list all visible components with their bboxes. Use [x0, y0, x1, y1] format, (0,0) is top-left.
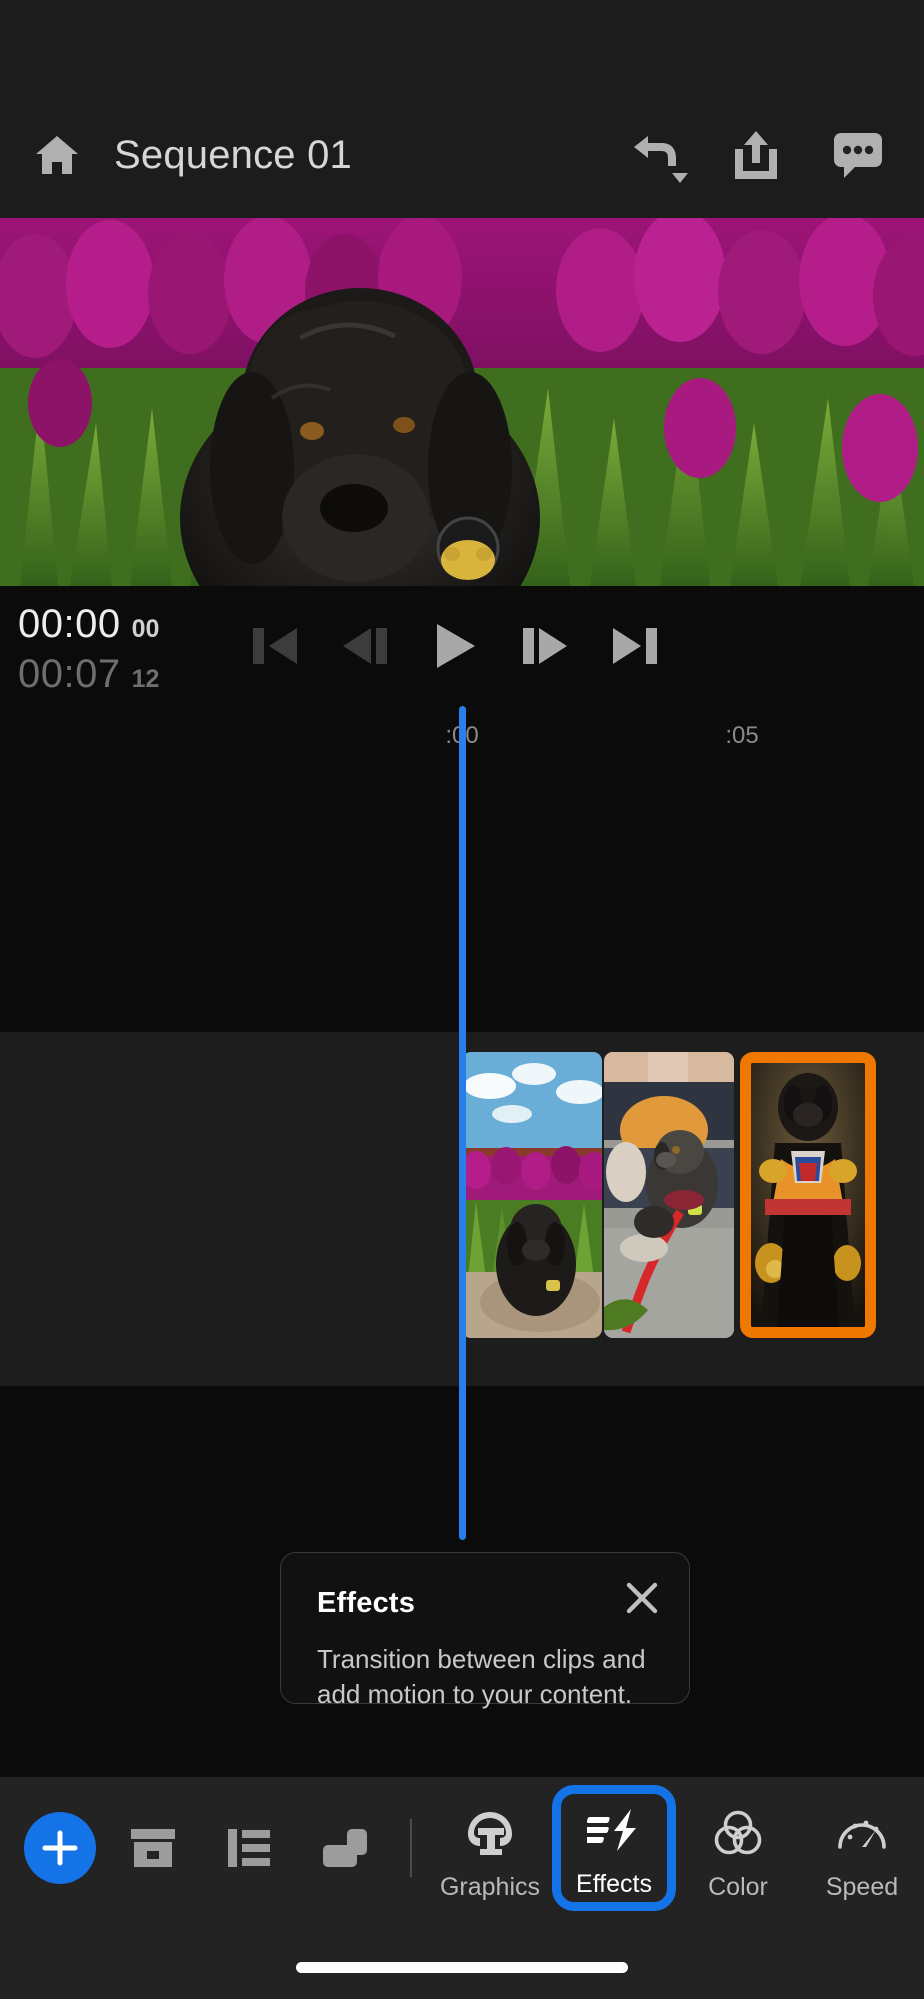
effects-tooltip: Effects Transition between clips and add… [280, 1552, 690, 1709]
system-nav-area [0, 1919, 924, 1999]
ruler-tick-1: :05 [725, 722, 759, 749]
undo-icon[interactable] [614, 120, 694, 190]
clip-tulip-dog[interactable] [462, 1052, 602, 1338]
graphics-title-icon [464, 1805, 516, 1861]
duration-timecode: 00:07 [18, 652, 121, 696]
home-indicator[interactable] [296, 1962, 628, 1973]
tooltip-body: Transition between clips and add motion … [317, 1644, 646, 1709]
step-back-button[interactable] [330, 611, 400, 681]
clip-leash-dog[interactable] [604, 1052, 734, 1338]
tab-effects-label: Effects [576, 1870, 652, 1898]
timeline[interactable]: :00 :05 [0, 706, 924, 1777]
speedometer-icon [836, 1805, 888, 1861]
chevron-down-icon [672, 173, 688, 183]
page-title: Sequence 01 [114, 132, 352, 177]
color-venn-icon [712, 1805, 764, 1861]
add-media-button[interactable] [24, 1812, 96, 1884]
plus-icon [42, 1830, 78, 1866]
tab-color-label: Color [708, 1873, 768, 1901]
comment-bubble-icon[interactable] [818, 120, 898, 190]
video-preview[interactable] [0, 218, 924, 586]
tool-overlay-button[interactable] [306, 1809, 384, 1887]
tab-color[interactable]: Color [676, 1791, 800, 1902]
toolbar-tools-group [0, 1809, 428, 1887]
tab-graphics[interactable]: Graphics [428, 1791, 552, 1902]
clip-thumbnail [462, 1052, 602, 1338]
step-forward-button[interactable] [510, 611, 580, 681]
preview-image [0, 218, 924, 586]
current-timecode-row: 00:00 00 [18, 604, 159, 644]
skip-to-start-button[interactable] [240, 611, 310, 681]
close-icon[interactable] [617, 1573, 667, 1623]
skip-to-start-icon [253, 628, 297, 664]
effects-motion-icon [587, 1802, 641, 1858]
toolbar-divider [410, 1819, 412, 1877]
play-icon [437, 624, 475, 668]
toolbar-tabs: Graphics Effects Color Speed [428, 1777, 924, 1919]
overlay-shapes-icon [323, 1829, 367, 1867]
share-export-icon[interactable] [716, 120, 796, 190]
timecode-display[interactable]: 00:00 00 00:07 12 [18, 604, 159, 694]
status-bar [0, 0, 924, 92]
tool-align-button[interactable] [210, 1809, 288, 1887]
tab-speed[interactable]: Speed [800, 1791, 924, 1902]
skip-to-end-icon [613, 628, 657, 664]
duration-frames: 12 [131, 665, 160, 693]
step-back-icon [343, 628, 387, 664]
transport-controls [240, 586, 670, 706]
home-icon[interactable] [26, 124, 88, 186]
transport-bar: 00:00 00 00:07 12 [0, 586, 924, 706]
current-timecode: 00:00 [18, 602, 121, 646]
bottom-toolbar: Graphics Effects Color Speed [0, 1777, 924, 1919]
play-button[interactable] [420, 611, 490, 681]
archive-box-icon [131, 1829, 175, 1867]
duration-timecode-row: 00:07 12 [18, 654, 159, 694]
clip-thumbnail [751, 1063, 865, 1327]
tab-graphics-label: Graphics [439, 1873, 541, 1901]
skip-to-end-button[interactable] [600, 611, 670, 681]
step-forward-icon [523, 628, 567, 664]
list-align-icon [228, 1829, 270, 1867]
clip-portrait-dog[interactable] [740, 1052, 876, 1338]
app-header: Sequence 01 [0, 92, 924, 218]
tab-effects[interactable]: Effects [552, 1785, 676, 1911]
playhead[interactable] [459, 706, 466, 1540]
current-frames: 00 [131, 615, 160, 643]
tab-speed-label: Speed [825, 1873, 899, 1901]
clip-thumbnail [604, 1052, 734, 1338]
editor-app: Sequence 01 00:00 00 00:07 12:05 Effect… [0, 0, 924, 1999]
tooltip-title: Effects [317, 1587, 416, 1619]
tool-media-button[interactable] [114, 1809, 192, 1887]
